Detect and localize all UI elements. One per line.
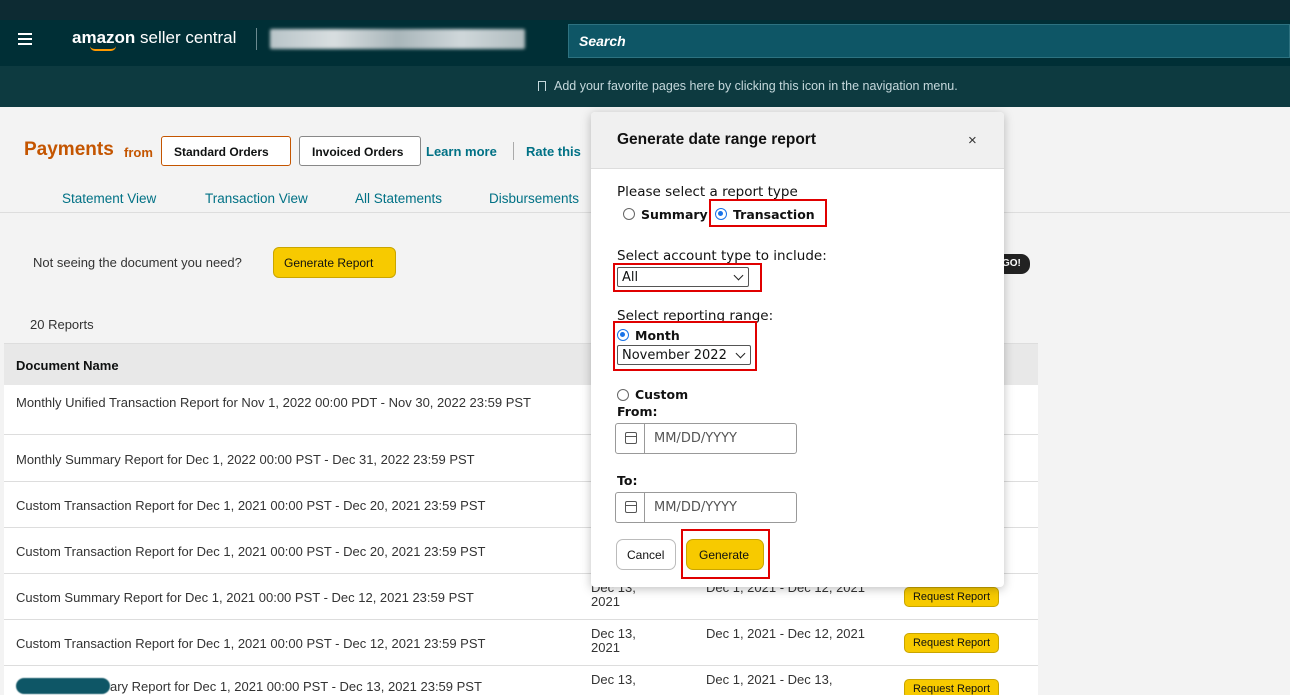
- standard-orders-toggle[interactable]: Standard Orders: [161, 136, 291, 166]
- month-value: November 2022: [622, 348, 727, 363]
- generated-date: Dec 13,: [591, 672, 636, 687]
- invoiced-orders-toggle[interactable]: Invoiced Orders: [299, 136, 421, 166]
- logo-smile-icon: [90, 46, 116, 51]
- page-title: Payments: [24, 139, 114, 160]
- chevron-down-icon: [733, 270, 744, 281]
- calendar-icon[interactable]: [616, 424, 645, 453]
- redacted-overlay: [16, 678, 110, 694]
- close-icon[interactable]: ×: [968, 132, 977, 149]
- rate-this-link[interactable]: Rate this: [526, 144, 581, 159]
- summary-radio-label[interactable]: Summary: [641, 207, 708, 222]
- document-name: Custom Transaction Report for Dec 1, 202…: [16, 636, 486, 651]
- month-radio-label[interactable]: Month: [635, 328, 680, 343]
- reporting-range-label: Select reporting range:: [617, 308, 774, 324]
- to-label: To:: [617, 473, 638, 488]
- transaction-radio[interactable]: [715, 208, 727, 220]
- tab-transaction-view[interactable]: Transaction View: [205, 191, 308, 206]
- request-report-button[interactable]: Request Report: [904, 633, 999, 653]
- table-row: ary Report for Dec 1, 2021 00:00 PST - D…: [4, 666, 1038, 695]
- to-date-input[interactable]: MM/DD/YYYY: [615, 492, 797, 523]
- top-navigation-bar: amazon seller central Search: [0, 0, 1290, 66]
- dialog-header: Generate date range report ×: [591, 112, 1004, 169]
- dialog-title: Generate date range report: [617, 131, 816, 148]
- generated-date: Dec 13, 2021: [591, 626, 636, 655]
- document-name: Custom Transaction Report for Dec 1, 202…: [16, 544, 486, 559]
- request-report-button[interactable]: Request Report: [904, 679, 999, 695]
- account-type-value: All: [622, 270, 639, 285]
- generate-report-button[interactable]: Generate Report: [273, 247, 396, 278]
- logo-product: seller central: [135, 28, 237, 47]
- learn-more-link[interactable]: Learn more: [426, 144, 497, 159]
- to-date-placeholder: MM/DD/YYYY: [654, 500, 737, 515]
- month-radio[interactable]: [617, 329, 629, 341]
- cancel-button[interactable]: Cancel: [616, 539, 676, 570]
- report-type-label: Please select a report type: [617, 184, 798, 200]
- table-row: Custom Transaction Report for Dec 1, 202…: [4, 620, 1038, 666]
- missing-document-notice: Not seeing the document you need?: [33, 255, 242, 270]
- favorites-bar: Add your favorite pages here by clicking…: [0, 66, 1290, 107]
- hamburger-menu-icon[interactable]: [18, 33, 32, 45]
- account-switcher[interactable]: [270, 29, 525, 49]
- bookmark-icon: [538, 81, 546, 91]
- transaction-radio-label[interactable]: Transaction: [733, 207, 815, 222]
- request-report-button[interactable]: Request Report: [904, 587, 999, 607]
- tab-statement-view[interactable]: Statement View: [62, 191, 156, 206]
- custom-radio[interactable]: [617, 389, 629, 401]
- report-range: Dec 1, 2021 - Dec 13,: [706, 672, 833, 687]
- document-name: ary Report for Dec 1, 2021 00:00 PST - D…: [110, 679, 482, 694]
- header-divider: [256, 28, 257, 50]
- month-select[interactable]: November 2022: [617, 345, 751, 365]
- chevron-down-icon: [735, 348, 746, 359]
- top-strip: [0, 0, 1290, 20]
- search-input[interactable]: Search: [568, 24, 1290, 58]
- logo-brand: amazon: [72, 28, 136, 47]
- report-count: 20 Reports: [30, 317, 94, 332]
- from-label: from: [124, 145, 153, 160]
- document-name: Custom Transaction Report for Dec 1, 202…: [16, 498, 486, 513]
- from-date-placeholder: MM/DD/YYYY: [654, 431, 737, 446]
- account-type-label: Select account type to include:: [617, 248, 827, 264]
- report-range: Dec 1, 2021 - Dec 12, 2021: [706, 626, 865, 641]
- tab-all-statements[interactable]: All Statements: [355, 191, 442, 206]
- document-name: Monthly Unified Transaction Report for N…: [16, 395, 531, 410]
- seller-central-logo[interactable]: amazon seller central: [72, 28, 237, 51]
- divider: [513, 142, 514, 160]
- from-date-input[interactable]: MM/DD/YYYY: [615, 423, 797, 454]
- column-document-name: Document Name: [16, 358, 119, 373]
- tab-disbursements[interactable]: Disbursements: [489, 191, 579, 206]
- generate-button[interactable]: Generate: [686, 539, 764, 570]
- document-name: Monthly Summary Report for Dec 1, 2022 0…: [16, 452, 475, 467]
- calendar-icon[interactable]: [616, 493, 645, 522]
- document-name: Custom Summary Report for Dec 1, 2021 00…: [16, 590, 474, 605]
- generate-date-range-report-dialog: Generate date range report × Please sele…: [591, 112, 1004, 587]
- custom-radio-label[interactable]: Custom: [635, 387, 688, 402]
- summary-radio[interactable]: [623, 208, 635, 220]
- favorites-hint: Add your favorite pages here by clicking…: [554, 79, 958, 93]
- from-label: From:: [617, 404, 658, 419]
- account-type-select[interactable]: All: [617, 267, 749, 287]
